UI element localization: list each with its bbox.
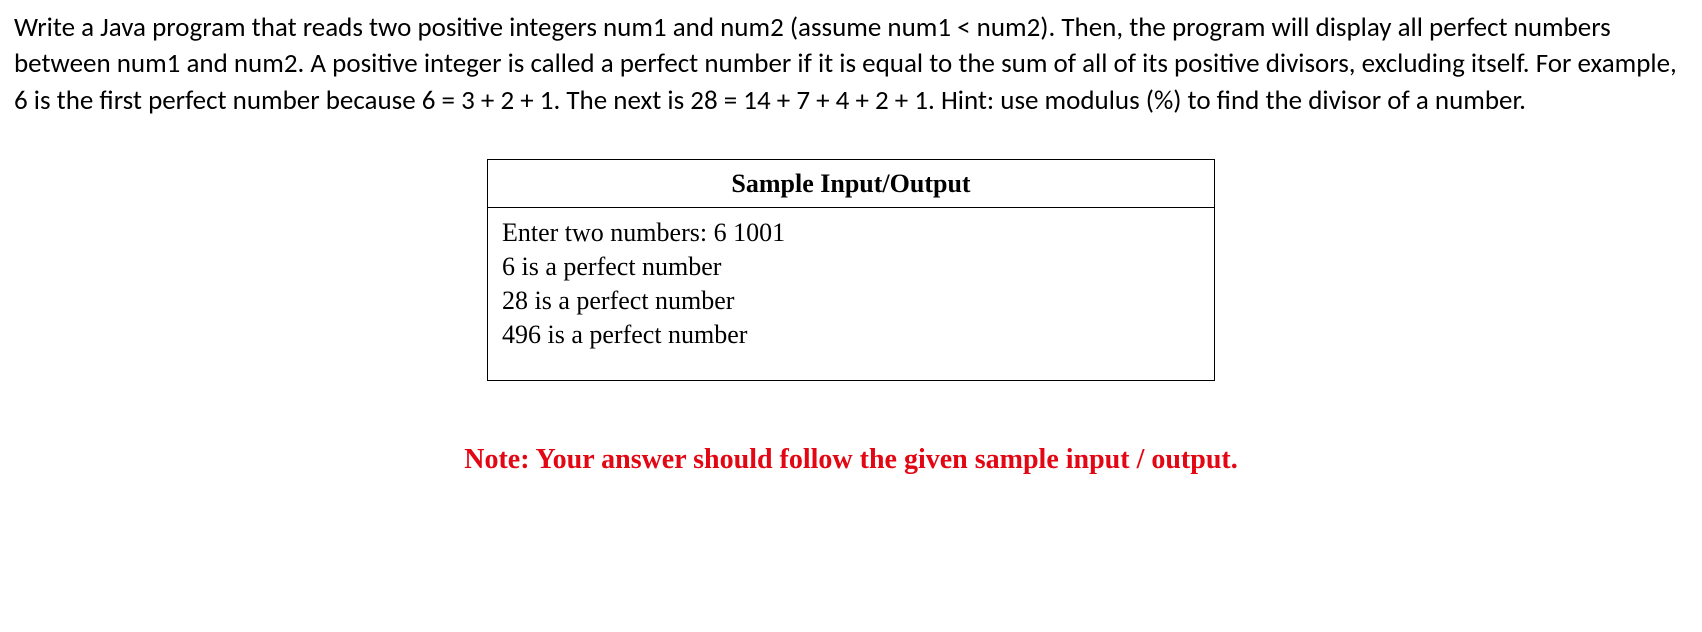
sample-io-table: Sample Input/Output Enter two numbers: 6… xyxy=(487,159,1215,380)
sample-io-content: Enter two numbers: 6 1001 6 is a perfect… xyxy=(488,208,1215,380)
note-text: Note: Your answer should follow the give… xyxy=(14,441,1688,479)
sample-line: 496 is a perfect number xyxy=(502,318,1200,352)
sample-line: 6 is a perfect number xyxy=(502,250,1200,284)
question-text: Write a Java program that reads two posi… xyxy=(14,10,1688,119)
sample-line: Enter two numbers: 6 1001 xyxy=(502,216,1200,250)
sample-line: 28 is a perfect number xyxy=(502,284,1200,318)
sample-table-container: Sample Input/Output Enter two numbers: 6… xyxy=(14,159,1688,380)
sample-io-header: Sample Input/Output xyxy=(488,160,1215,208)
